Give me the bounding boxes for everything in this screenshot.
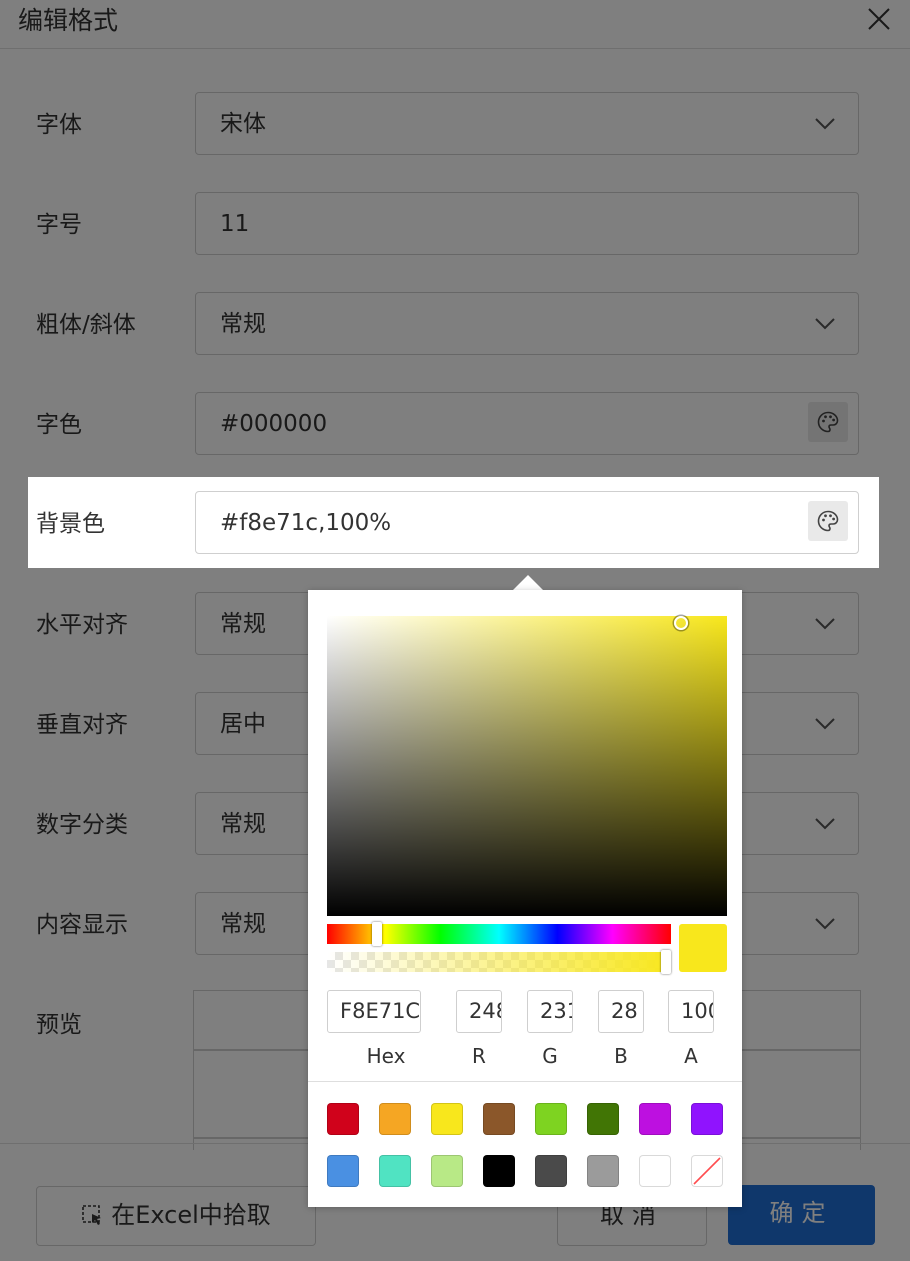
red-label: R — [472, 1044, 486, 1068]
red-input[interactable]: 248 — [456, 990, 502, 1033]
alpha-label: A — [684, 1044, 698, 1068]
preset-swatch[interactable] — [535, 1155, 567, 1187]
alpha-slider-thumb[interactable] — [661, 950, 671, 974]
number-format-value: 常规 — [220, 811, 266, 837]
chevron-down-icon — [815, 818, 835, 830]
font-size-label: 字号 — [36, 212, 82, 238]
font-color-value: #000000 — [220, 411, 328, 437]
v-align-label: 垂直对齐 — [36, 712, 128, 738]
preset-swatch[interactable] — [327, 1103, 359, 1135]
green-input[interactable]: 231 — [527, 990, 573, 1033]
preset-swatch[interactable] — [379, 1155, 411, 1187]
alpha-slider[interactable] — [327, 950, 671, 974]
palette-icon[interactable] — [808, 501, 848, 541]
hue-slider-thumb[interactable] — [372, 922, 383, 946]
blue-input[interactable]: 28 — [598, 990, 644, 1033]
chevron-down-icon — [815, 718, 835, 730]
v-align-value: 居中 — [220, 711, 266, 737]
saturation-handle[interactable] — [674, 616, 688, 630]
preset-swatch[interactable] — [639, 1155, 671, 1187]
preset-swatch[interactable] — [483, 1155, 515, 1187]
blue-label: B — [614, 1044, 628, 1068]
content-display-value: 常规 — [220, 911, 266, 937]
preset-swatch[interactable] — [691, 1103, 723, 1135]
preset-swatch-none[interactable] — [691, 1155, 723, 1187]
preset-swatch[interactable] — [535, 1103, 567, 1135]
font-color-label: 字色 — [36, 412, 82, 438]
preset-swatch[interactable] — [483, 1103, 515, 1135]
preview-label: 预览 — [36, 1012, 82, 1038]
font-style-label: 粗体/斜体 — [36, 312, 136, 338]
font-style-value: 常规 — [220, 311, 266, 337]
h-align-value: 常规 — [220, 611, 266, 637]
preset-swatch[interactable] — [639, 1103, 671, 1135]
green-label: G — [542, 1044, 558, 1068]
chevron-down-icon — [815, 318, 835, 330]
font-color-input[interactable]: #000000 — [195, 392, 859, 455]
bg-color-row: 背景色 #f8e71c,100% — [28, 477, 879, 568]
preset-swatch[interactable] — [327, 1155, 359, 1187]
current-color-swatch — [679, 924, 727, 972]
content-display-label: 内容显示 — [36, 912, 128, 938]
preset-swatch[interactable] — [379, 1103, 411, 1135]
bg-color-input[interactable]: #f8e71c,100% — [195, 491, 859, 554]
color-picker: F8E71C 248 231 28 100 Hex R G B A — [308, 590, 742, 1207]
font-label: 字体 — [36, 112, 82, 138]
font-size-value: 11 — [220, 211, 250, 237]
preset-swatch[interactable] — [431, 1103, 463, 1135]
preset-swatch[interactable] — [431, 1155, 463, 1187]
font-style-select[interactable]: 常规 — [195, 292, 859, 355]
title-divider — [0, 48, 910, 49]
bg-color-value: #f8e71c,100% — [220, 510, 392, 536]
close-icon[interactable] — [864, 4, 894, 34]
chevron-down-icon — [815, 618, 835, 630]
confirm-button[interactable]: 确定 — [728, 1185, 875, 1245]
hex-label: Hex — [366, 1044, 406, 1068]
preset-swatch[interactable] — [587, 1155, 619, 1187]
number-format-label: 数字分类 — [36, 812, 128, 838]
h-align-label: 水平对齐 — [36, 612, 128, 638]
chevron-down-icon — [815, 118, 835, 130]
palette-icon[interactable] — [808, 402, 848, 442]
font-value: 宋体 — [220, 111, 266, 137]
select-region-icon — [82, 1205, 102, 1225]
bg-color-label: 背景色 — [36, 511, 105, 537]
picker-divider — [308, 1081, 742, 1082]
pick-from-excel-button[interactable]: 在Excel中拾取 — [36, 1186, 316, 1246]
font-select[interactable]: 宋体 — [195, 92, 859, 155]
pick-from-excel-label: 在Excel中拾取 — [111, 1201, 271, 1229]
hue-slider[interactable] — [327, 922, 671, 946]
saturation-brightness-area[interactable] — [327, 616, 727, 916]
dialog-title: 编辑格式 — [18, 6, 119, 35]
hex-input[interactable]: F8E71C — [327, 990, 421, 1033]
preset-swatch[interactable] — [587, 1103, 619, 1135]
font-size-input[interactable]: 11 — [195, 192, 859, 255]
alpha-input[interactable]: 100 — [668, 990, 714, 1033]
chevron-down-icon — [815, 918, 835, 930]
picker-arrow — [512, 575, 544, 591]
